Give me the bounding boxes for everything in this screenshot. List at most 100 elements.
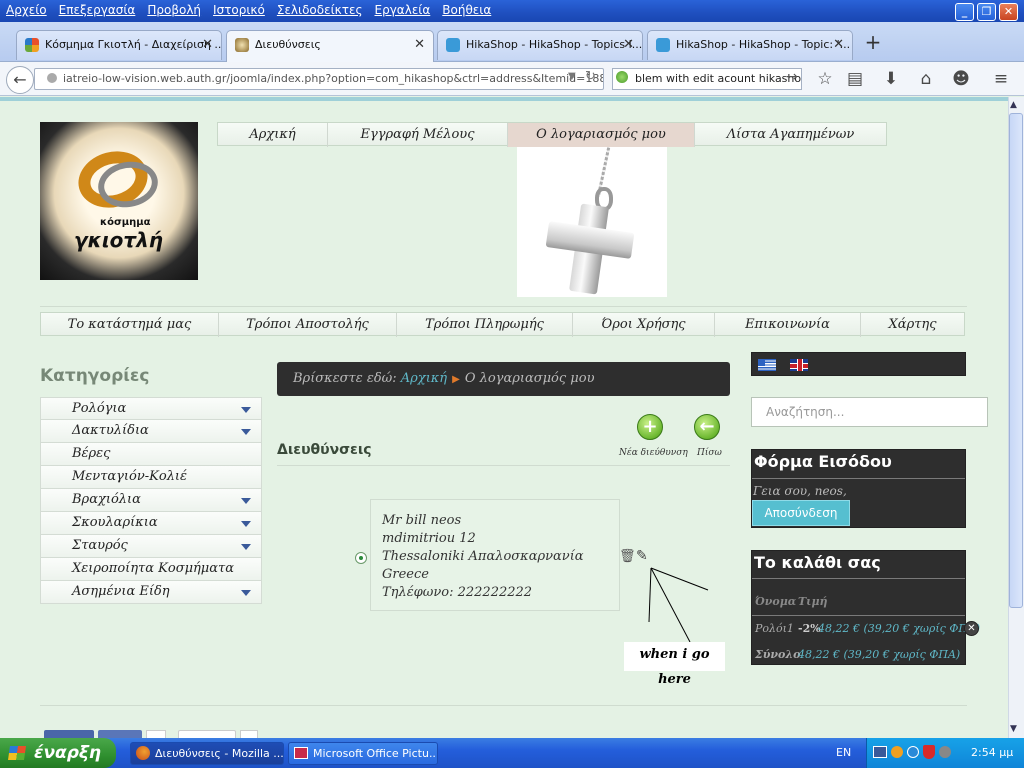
- tray-app-icon[interactable]: [891, 746, 903, 758]
- breadcrumb: Βρίσκεστε εδώ: Αρχική ▶ Ο λογαριασμός μου: [277, 362, 730, 396]
- expand-arrow-icon: [241, 498, 251, 504]
- logout-button[interactable]: Αποσύνδεση: [752, 500, 850, 526]
- back-icon[interactable]: ←: [6, 66, 34, 94]
- category-cross[interactable]: Σταυρός: [40, 535, 262, 558]
- smiley-icon[interactable]: ☻: [950, 68, 972, 90]
- nav-home[interactable]: Αρχική: [218, 123, 328, 147]
- category-silver[interactable]: Ασημένια Είδη: [40, 581, 262, 604]
- site-search-input[interactable]: Αναζήτηση...: [751, 397, 988, 427]
- remove-item-icon[interactable]: ✕: [964, 621, 979, 636]
- taskbar-firefox[interactable]: Διευθύνσεις - Mozilla ...: [130, 742, 284, 765]
- url-bar[interactable]: iatreio-low-vision.web.auth.gr/joomla/in…: [34, 68, 604, 90]
- hikashop-icon: [446, 38, 460, 52]
- nav-register[interactable]: Εγγραφή Μέλους: [328, 123, 508, 147]
- volume-icon[interactable]: [939, 746, 951, 758]
- scrollbar-thumb[interactable]: [1009, 113, 1023, 608]
- reading-list-icon[interactable]: ▤: [844, 68, 866, 90]
- nav-shipping[interactable]: Τρόποι Αποστολής: [219, 313, 397, 337]
- category-handmade[interactable]: Χειροποίητα Κοσμήματα: [40, 558, 262, 581]
- security-shield-icon[interactable]: [923, 745, 935, 759]
- new-address-button[interactable]: +: [637, 414, 663, 440]
- home-icon[interactable]: ⌂: [915, 68, 937, 90]
- category-list: Ρολόγια Δακτυλίδια Βέρες Μενταγιόν-Κολιέ…: [40, 397, 262, 604]
- tab-hikashop-2[interactable]: HikaShop - HikaShop - Topic: '... ✕: [647, 30, 853, 60]
- delete-address-icon[interactable]: 🗑: [619, 549, 636, 565]
- cart-total-label: Σύνολο: [755, 648, 801, 661]
- language-indicator[interactable]: EN: [836, 746, 851, 759]
- category-label: Μενταγιόν-Κολιέ: [72, 469, 188, 484]
- category-watches[interactable]: Ρολόγια: [40, 397, 262, 420]
- close-icon[interactable]: ✕: [202, 31, 213, 59]
- close-icon[interactable]: ✕: [414, 31, 425, 59]
- address-phone: Τηλέφωνο: 222222222: [382, 585, 533, 600]
- scroll-up-icon[interactable]: ▲: [1010, 100, 1017, 110]
- category-pendants[interactable]: Μενταγιόν-Κολιέ: [40, 466, 262, 489]
- category-rings[interactable]: Δακτυλίδια: [40, 420, 262, 443]
- close-icon[interactable]: ✕: [833, 31, 844, 59]
- url-text: iatreio-low-vision.web.auth.gr/joomla/in…: [63, 72, 604, 85]
- tray-app-icon[interactable]: [907, 746, 919, 758]
- download-icon[interactable]: ⬇: [880, 68, 902, 90]
- menu-edit[interactable]: Επεξεργασία: [53, 0, 142, 17]
- close-icon[interactable]: ✕: [623, 31, 634, 59]
- bookmark-star-icon[interactable]: ☆: [814, 68, 836, 90]
- address-card: Mr bill neos mdimitriou 12 Thessaloniki …: [370, 499, 620, 611]
- window-close-button[interactable]: ✕: [999, 3, 1018, 21]
- greek-flag-icon[interactable]: [758, 359, 776, 371]
- divider: [752, 615, 965, 616]
- category-bracelets[interactable]: Βραχιόλια: [40, 489, 262, 512]
- new-address-label[interactable]: Νέα διεύθυνση: [619, 448, 688, 458]
- category-label: Χειροποίητα Κοσμήματα: [72, 561, 235, 576]
- back-label[interactable]: Πίσω: [697, 448, 722, 458]
- category-earrings[interactable]: Σκουλαρίκια: [40, 512, 262, 535]
- annotation-note: when i go here: [624, 642, 725, 687]
- taskbar-picture-manager[interactable]: Microsoft Office Pictu...: [288, 742, 438, 765]
- nav-wishlist[interactable]: Λίστα Αγαπημένων: [695, 123, 886, 147]
- tab-admin[interactable]: Κόσμημα Γκιοτλή - Διαχείριση ... ✕: [16, 30, 222, 60]
- new-tab-icon[interactable]: +: [862, 32, 884, 54]
- site-logo[interactable]: κόσμημα γκιοτλή: [40, 122, 198, 280]
- breadcrumb-current: Ο λογαριασμός μου: [464, 371, 595, 386]
- nav-my-account[interactable]: Ο λογαριασμός μου: [508, 123, 695, 147]
- nav-contact[interactable]: Επικοινωνία: [715, 313, 861, 337]
- breadcrumb-home-link[interactable]: Αρχική: [401, 371, 447, 386]
- greeting-text: Γεια σου, neos,: [753, 484, 847, 498]
- start-button[interactable]: έναρξη: [0, 738, 116, 768]
- search-engine-icon[interactable]: [616, 71, 628, 83]
- minimize-button[interactable]: _: [955, 3, 974, 21]
- search-query: blem with edit acount hikashop: [635, 72, 802, 85]
- category-label: Σταυρός: [72, 538, 128, 553]
- reload-icon[interactable]: ↻: [585, 69, 596, 84]
- menu-help[interactable]: Βοήθεια: [436, 0, 497, 17]
- tab-addresses[interactable]: Διευθύνσεις ✕: [226, 30, 434, 62]
- menu-file[interactable]: Αρχείο: [0, 0, 53, 17]
- categories-title: Κατηγορίες: [40, 366, 150, 386]
- menu-bookmarks[interactable]: Σελιδοδείκτες: [271, 0, 369, 17]
- category-wedding-rings[interactable]: Βέρες: [40, 443, 262, 466]
- windows-logo-icon: [8, 746, 26, 760]
- cart-item-name[interactable]: Ρολόι1: [755, 622, 794, 635]
- dropdown-arrow-icon[interactable]: ▼: [568, 71, 576, 82]
- menu-history[interactable]: Ιστορικό: [207, 0, 271, 17]
- hamburger-menu-icon[interactable]: ≡: [990, 68, 1012, 90]
- restore-button[interactable]: ❐: [977, 3, 996, 21]
- english-flag-icon[interactable]: [790, 359, 808, 371]
- browser-search-input[interactable]: blem with edit acount hikashop: [612, 68, 802, 90]
- menu-view[interactable]: Προβολή: [141, 0, 207, 17]
- hikashop-icon: [656, 38, 670, 52]
- menu-tools[interactable]: Εργαλεία: [369, 0, 437, 17]
- globe-icon: [47, 73, 57, 83]
- tab-hikashop-1[interactable]: HikaShop - HikaShop - Topics i... ✕: [437, 30, 643, 60]
- nav-our-store[interactable]: Το κατάστημά μας: [41, 313, 219, 337]
- nav-terms[interactable]: Όροι Χρήσης: [573, 313, 715, 337]
- logo-text-small: κόσμημα: [100, 217, 151, 228]
- nav-map[interactable]: Χάρτης: [861, 313, 964, 337]
- scroll-down-icon[interactable]: ▼: [1010, 724, 1017, 734]
- default-address-radio[interactable]: [355, 552, 367, 564]
- network-icon[interactable]: [873, 746, 887, 758]
- cart-item-price: 48,22 € (39,20 € χωρίς ΦΠΑ): [818, 622, 981, 635]
- back-button[interactable]: ←: [694, 414, 720, 440]
- search-go-icon[interactable]: →: [786, 69, 798, 85]
- nav-payment[interactable]: Τρόποι Πληρωμής: [397, 313, 573, 337]
- clock[interactable]: 2:54 μμ: [971, 746, 1013, 759]
